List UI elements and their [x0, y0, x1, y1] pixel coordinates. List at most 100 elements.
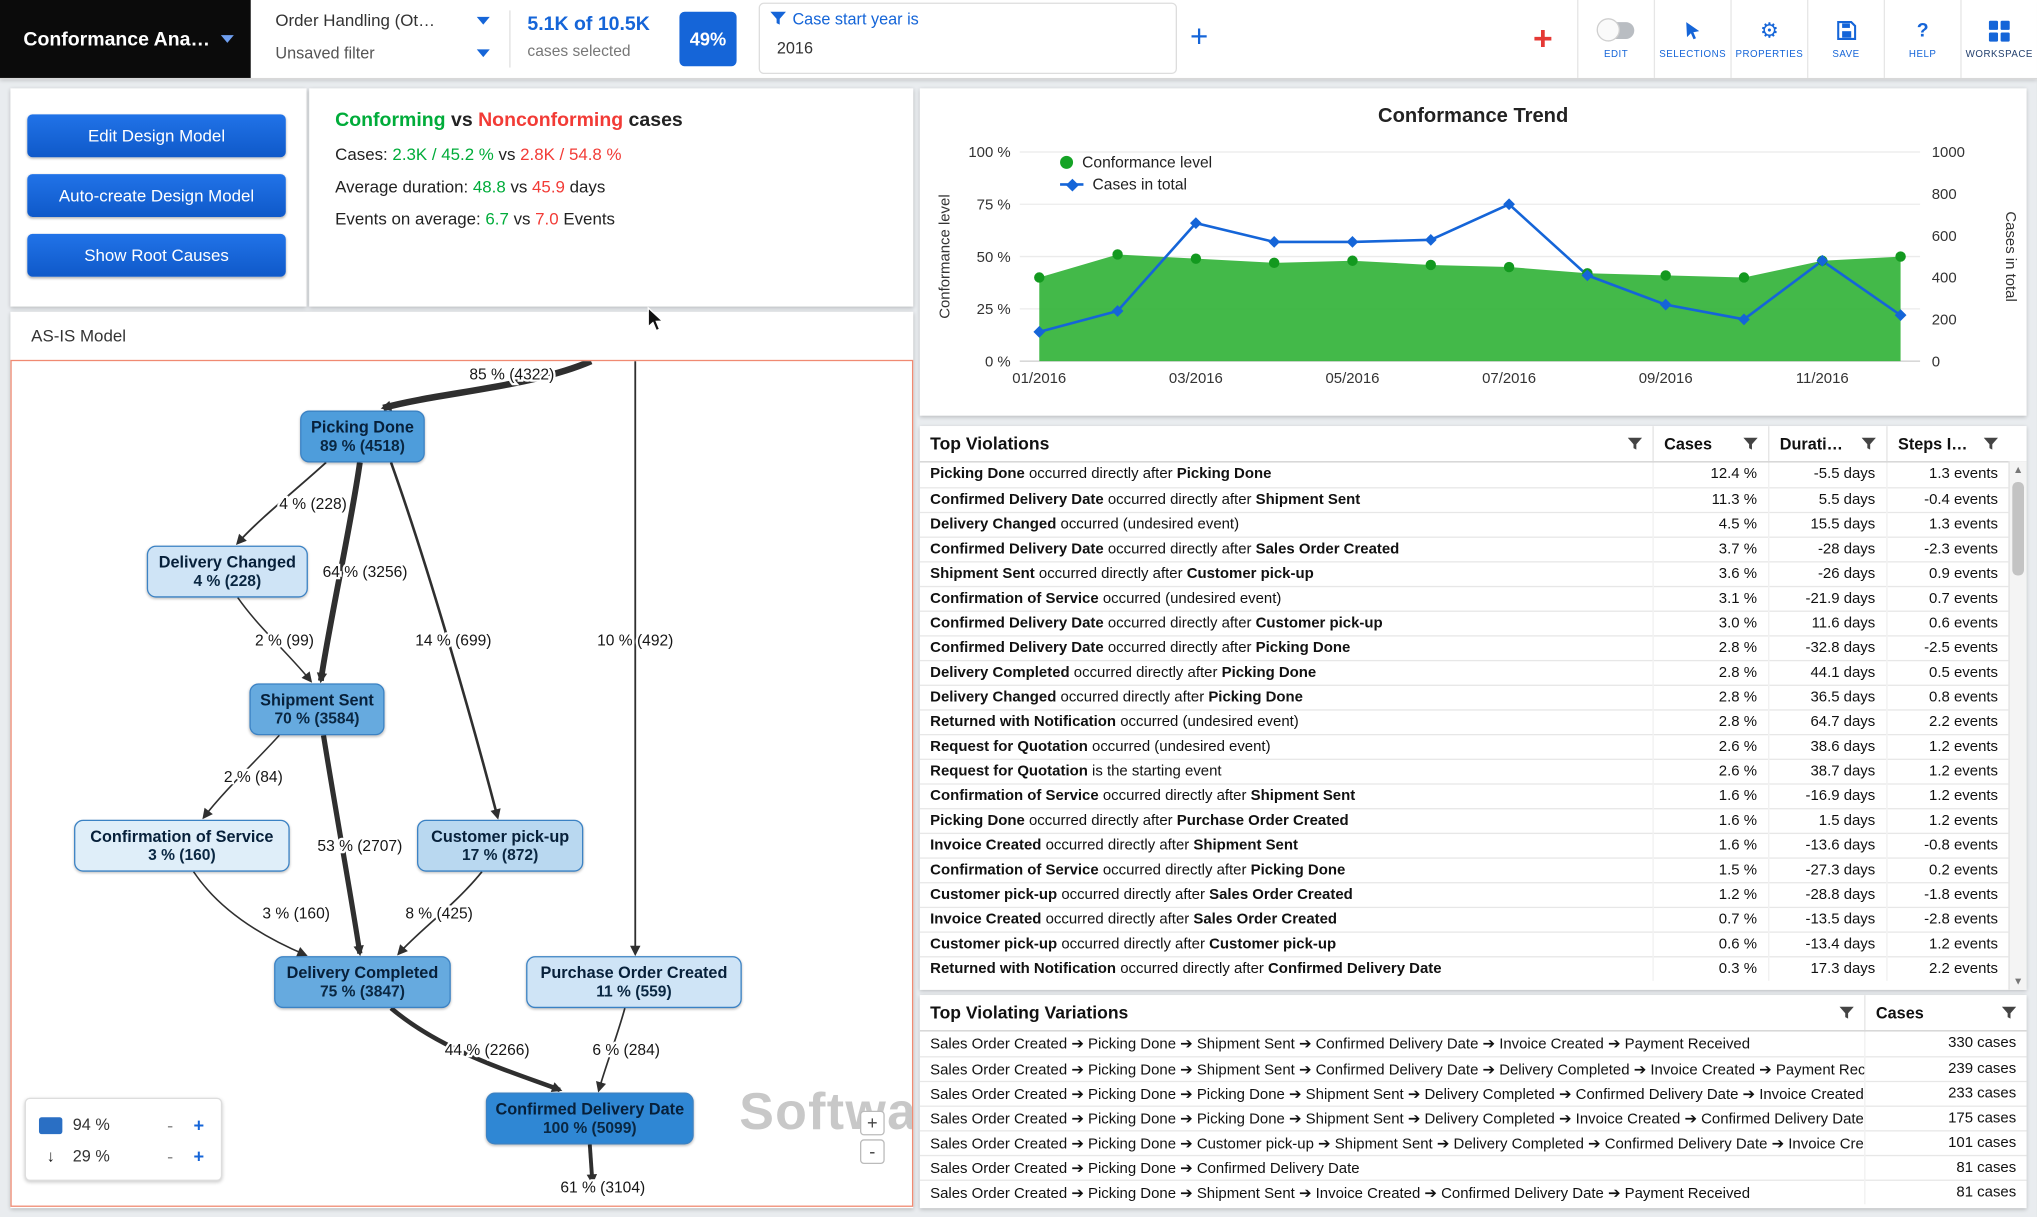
summary-lines: Cases: 2.3K / 45.2 % vs 2.8K / 54.8 % Av… — [335, 144, 887, 228]
connection-threshold-row: ↓ 29 % - + — [39, 1141, 208, 1172]
filter-funnel-icon[interactable] — [1862, 436, 1876, 450]
activity-node[interactable]: Customer pick-up17 % (872) — [417, 820, 583, 872]
activity-node[interactable]: Purchase Order Created11 % (559) — [526, 956, 742, 1008]
violation-row[interactable]: Returned with Notification occurred (und… — [920, 709, 2009, 734]
duration-column-label: Durati… — [1780, 435, 1843, 453]
activity-threshold-row: 94 % - + — [39, 1109, 208, 1140]
violation-row[interactable]: Confirmation of Service occurred (undesi… — [920, 586, 2009, 611]
scroll-down-icon[interactable]: ▼ — [2010, 976, 2027, 988]
violation-row[interactable]: Picking Done occurred directly after Pur… — [920, 808, 2009, 833]
violation-row[interactable]: Shipment Sent occurred directly after Cu… — [920, 561, 2009, 586]
activity-minus-button[interactable]: - — [161, 1115, 179, 1136]
app-title-menu[interactable]: Conformance Ana… — [0, 0, 251, 78]
selection-percentage-badge[interactable]: 49% — [679, 12, 736, 67]
violation-row[interactable]: Delivery Changed occurred (undesired eve… — [920, 512, 2009, 537]
activity-node[interactable]: Picking Done89 % (4518) — [300, 411, 425, 463]
steps-column-header[interactable]: Steps I… — [1886, 426, 2008, 461]
right-tick: 800 — [1932, 186, 1957, 203]
activity-node[interactable]: Confirmed Delivery Date100 % (5099) — [486, 1093, 694, 1145]
violation-row[interactable]: Returned with Notification occurred dire… — [920, 956, 2009, 981]
filter-selector[interactable]: Unsaved filter — [275, 44, 489, 62]
violation-row[interactable]: Customer pick-up occurred directly after… — [920, 931, 2009, 956]
duration-column-header[interactable]: Durati… — [1768, 426, 1886, 461]
violation-row[interactable]: Delivery Completed occurred directly aft… — [920, 660, 2009, 685]
filter-funnel-icon[interactable] — [2002, 1006, 2016, 1020]
violation-row[interactable]: Confirmation of Service occurred directl… — [920, 783, 2009, 808]
edit-design-model-button[interactable]: Edit Design Model — [27, 114, 286, 157]
flow-edge[interactable] — [590, 1145, 593, 1183]
x-tick: 01/2016 — [1012, 370, 1066, 387]
cases-column-header[interactable]: Cases — [1652, 426, 1768, 461]
right-tick: 400 — [1932, 270, 1957, 287]
add-component-button[interactable]: + — [1533, 16, 1553, 60]
activity-node[interactable]: Delivery Completed75 % (3847) — [274, 956, 451, 1008]
dataset-selector[interactable]: Order Handling (Ot… — [275, 10, 489, 29]
violation-row[interactable]: Request for Quotation occurred (undesire… — [920, 734, 2009, 759]
activity-node[interactable]: Delivery Changed4 % (228) — [147, 546, 308, 598]
properties-button[interactable]: ⚙ PROPERTIES — [1730, 0, 1807, 78]
activity-node[interactable]: Confirmation of Service3 % (160) — [74, 820, 290, 872]
violation-row[interactable]: Confirmation of Service occurred directl… — [920, 857, 2009, 882]
connection-arrow-icon: ↓ — [39, 1147, 62, 1165]
violation-row[interactable]: Invoice Created occurred directly after … — [920, 833, 2009, 858]
filter-funnel-icon[interactable] — [1628, 436, 1642, 450]
variation-row[interactable]: Sales Order Created ➔ Picking Done ➔ Shi… — [920, 1031, 2027, 1056]
filter-chip[interactable]: Case start year is — [770, 10, 918, 28]
violation-row[interactable]: Delivery Changed occurred directly after… — [920, 685, 2009, 710]
model-canvas[interactable]: 85 % (4322)4 % (228)64 % (3256)2 % (99)1… — [10, 360, 913, 1207]
selections-button[interactable]: SELECTIONS — [1654, 0, 1731, 78]
variations-title: Top Violating Variations — [930, 1003, 1128, 1022]
violation-row[interactable]: Confirmed Delivery Date occurred directl… — [920, 487, 2009, 512]
activity-node[interactable]: Shipment Sent70 % (3584) — [249, 683, 384, 735]
variations-table: Sales Order Created ➔ Picking Done ➔ Shi… — [920, 1031, 2027, 1204]
save-label: SAVE — [1832, 47, 1859, 59]
zoom-in-button[interactable]: + — [860, 1111, 885, 1136]
properties-label: PROPERTIES — [1735, 47, 1803, 59]
violation-row[interactable]: Confirmed Delivery Date occurred directl… — [920, 611, 2009, 636]
violation-row[interactable]: Confirmed Delivery Date occurred directl… — [920, 537, 2009, 562]
violations-scrollbar[interactable]: ▲ ▼ — [2008, 461, 2026, 990]
filter-funnel-icon[interactable] — [1743, 436, 1757, 450]
violations-body: Picking Done occurred directly after Pic… — [920, 462, 2009, 980]
violation-row[interactable]: Customer pick-up occurred directly after… — [920, 882, 2009, 907]
activity-plus-button[interactable]: + — [190, 1115, 208, 1136]
violation-row[interactable]: Picking Done occurred directly after Pic… — [920, 462, 2009, 487]
filter-funnel-icon[interactable] — [1840, 1006, 1854, 1020]
workspace-button[interactable]: WORKSPACE — [1960, 0, 2037, 78]
edit-toggle[interactable]: EDIT — [1577, 0, 1654, 78]
violation-row[interactable]: Confirmed Delivery Date occurred directl… — [920, 635, 2009, 660]
help-question-icon: ? — [1917, 19, 1929, 42]
variation-row[interactable]: Sales Order Created ➔ Picking Done ➔ Shi… — [920, 1180, 2027, 1205]
summary-title: Conforming vs Nonconforming cases — [335, 109, 887, 131]
legend-cases[interactable]: Cases in total — [1060, 173, 1212, 195]
auto-create-design-model-button[interactable]: Auto-create Design Model — [27, 174, 286, 217]
legend-conformance[interactable]: Conformance level — [1060, 151, 1212, 173]
summary-line: Events on average: 6.7 vs 7.0 Events — [335, 209, 887, 228]
variations-title-header[interactable]: Top Violating Variations — [920, 995, 1864, 1030]
scroll-up-icon[interactable]: ▲ — [2010, 464, 2027, 476]
save-floppy-icon — [1836, 19, 1855, 42]
variation-row[interactable]: Sales Order Created ➔ Picking Done ➔ Shi… — [920, 1056, 2027, 1081]
help-button[interactable]: ? HELP — [1884, 0, 1961, 78]
variations-cases-header[interactable]: Cases — [1864, 995, 2026, 1030]
filter-funnel-icon[interactable] — [1984, 436, 1998, 450]
variation-row[interactable]: Sales Order Created ➔ Picking Done ➔ Con… — [920, 1155, 2027, 1180]
add-filter-button[interactable]: + — [1190, 18, 1208, 57]
save-button[interactable]: SAVE — [1807, 0, 1884, 78]
zoom-out-button[interactable]: - — [860, 1139, 885, 1164]
app-title: Conformance Ana… — [23, 28, 210, 50]
show-root-causes-button[interactable]: Show Root Causes — [27, 234, 286, 277]
edge-label: 85 % (4322) — [469, 366, 554, 383]
variation-row[interactable]: Sales Order Created ➔ Picking Done ➔ Cus… — [920, 1130, 2027, 1155]
connection-plus-button[interactable]: + — [190, 1146, 208, 1167]
violations-title-header[interactable]: Top Violations — [920, 426, 1653, 461]
violation-row[interactable]: Request for Quotation is the starting ev… — [920, 759, 2009, 784]
violation-row[interactable]: Invoice Created occurred directly after … — [920, 907, 2009, 932]
variation-row[interactable]: Sales Order Created ➔ Picking Done ➔ Pic… — [920, 1081, 2027, 1106]
scrollbar-thumb[interactable] — [2012, 482, 2024, 576]
conformance-area — [1039, 254, 1900, 361]
trend-chart[interactable]: 100 %75 %50 %25 %0 %1000800600400200001/… — [920, 88, 2027, 415]
connection-minus-button[interactable]: - — [161, 1146, 179, 1167]
variation-row[interactable]: Sales Order Created ➔ Picking Done ➔ Pic… — [920, 1106, 2027, 1131]
left-axis-title: Conformance level — [937, 194, 954, 318]
